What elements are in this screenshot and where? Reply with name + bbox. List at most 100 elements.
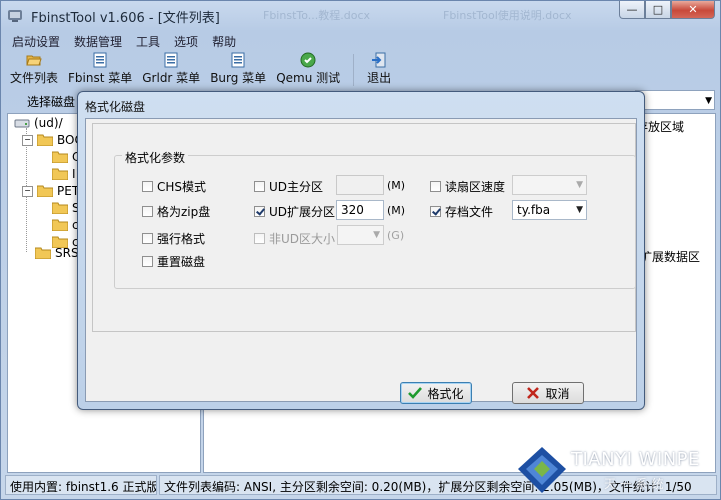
checkbox-box[interactable] (430, 181, 441, 192)
checkbox-box[interactable] (254, 206, 265, 217)
tree-item[interactable]: − BOO (22, 133, 84, 147)
ud-ext-size-input[interactable]: 320 (336, 200, 384, 220)
tree-item-root[interactable]: (ud)/ (14, 116, 63, 130)
exit-icon (372, 52, 386, 68)
chevron-down-icon: ▼ (576, 180, 583, 190)
checkbox-box[interactable] (142, 233, 153, 244)
tree-item[interactable]: S (52, 201, 80, 215)
non-ud-size-checkbox[interactable]: 非UD区大小 (254, 230, 335, 247)
reset-disk-checkbox[interactable]: 重置磁盘 (142, 253, 205, 270)
tree-item-label: SRS (55, 246, 79, 260)
tree-item[interactable]: I (52, 167, 76, 181)
ud-ext-unit: (M) (387, 204, 406, 217)
qemu-test-button[interactable]: Qemu 测试 (271, 52, 345, 88)
archive-file-select[interactable]: ty.fba ▼ (512, 200, 587, 220)
archive-file-checkbox[interactable]: 存档文件 (430, 203, 493, 220)
checkbox-box[interactable] (142, 256, 153, 267)
app-icon (8, 10, 22, 22)
menu-help[interactable]: 帮助 (205, 31, 243, 49)
menu-doc-icon (231, 52, 245, 68)
window-controls: — □ ✕ (619, 1, 715, 19)
dialog-body: 格式化参数 CHS模式 格为zip盘 强行格式 重置磁盘 UD主分区 (M) U… (85, 118, 637, 404)
disk-select[interactable]: ▼ (635, 90, 715, 110)
non-ud-size-select[interactable]: ▼ (337, 225, 384, 245)
maximize-icon: □ (652, 3, 664, 16)
folder-icon (37, 185, 53, 197)
non-ud-unit: (G) (387, 229, 405, 242)
group-title: 格式化参数 (122, 149, 189, 166)
checkbox-label: 存档文件 (445, 205, 494, 219)
read-speed-checkbox[interactable]: 读扇区速度 (430, 178, 505, 195)
chevron-down-icon: ▼ (373, 230, 380, 240)
checkbox-box[interactable] (142, 206, 153, 217)
read-speed-select[interactable]: ▼ (512, 175, 587, 195)
checkbox-label: CHS模式 (157, 180, 207, 194)
select-disk-label: 选择磁盘 (27, 95, 76, 109)
burg-menu-button[interactable]: Burg 菜单 (205, 52, 271, 88)
zip-disk-checkbox[interactable]: 格为zip盘 (142, 203, 210, 220)
window-title: FbinstTool v1.606 - [文件列表] (31, 11, 220, 26)
checkbox-box[interactable] (254, 181, 265, 192)
minimize-button[interactable]: — (619, 1, 645, 19)
toolbar-label: 文件列表 (10, 71, 59, 85)
menu-doc-icon (164, 52, 178, 68)
tree-item-label: (ud)/ (34, 116, 63, 130)
close-button[interactable]: ✕ (671, 1, 715, 19)
force-format-checkbox[interactable]: 强行格式 (142, 230, 205, 247)
drive-icon (14, 119, 30, 128)
dialog-title: 格式化磁盘 (85, 100, 146, 114)
toolbar: 文件列表 Fbinst 菜单 Grldr 菜单 Burg 菜单 Qemu 测试 … (5, 52, 396, 88)
folder-icon (52, 202, 68, 214)
chevron-down-icon: ▼ (576, 205, 583, 215)
format-disk-dialog: 格式化磁盘 格式化参数 CHS模式 格为zip盘 强行格式 重置磁盘 UD主分区… (77, 91, 645, 410)
title-bar[interactable]: FbinstTool v1.606 - [文件列表] FbinstTo...教程… (1, 1, 720, 29)
checkbox-label: 重置磁盘 (157, 255, 206, 269)
ud-ext-checkbox[interactable]: UD扩展分区 (254, 203, 335, 220)
tree-item[interactable]: c (52, 218, 79, 232)
file-list-button[interactable]: 文件列表 (5, 52, 63, 88)
collapse-icon[interactable]: − (22, 134, 33, 146)
tianyi-logo-icon (518, 447, 566, 493)
toolbar-label: Burg 菜单 (210, 71, 267, 85)
tree-item[interactable]: SRS (35, 246, 79, 260)
ud-primary-checkbox[interactable]: UD主分区 (254, 178, 323, 195)
cell-ext-data-area: 扩展数据区 (640, 250, 701, 264)
close-icon: ✕ (688, 3, 698, 16)
archive-file-value: ty.fba (517, 203, 551, 217)
menu-boot-settings[interactable]: 启动设置 (5, 31, 67, 49)
checkbox-box[interactable] (254, 233, 265, 244)
menu-tools[interactable]: 工具 (129, 31, 167, 49)
menu-data-manage[interactable]: 数据管理 (67, 31, 129, 49)
folder-open-icon (26, 55, 42, 66)
menu-options[interactable]: 选项 (167, 31, 205, 49)
checkbox-label: UD主分区 (269, 180, 324, 194)
folder-icon (52, 151, 68, 163)
format-button[interactable]: 格式化 (400, 382, 472, 404)
folder-icon (37, 134, 53, 146)
collapse-icon[interactable]: − (22, 185, 33, 197)
menu-doc-icon (93, 52, 107, 68)
ghost-tab: FbinstTool使用说明.docx (443, 9, 572, 22)
toolbar-label: Grldr 菜单 (142, 71, 201, 85)
watermark-subtext: 天 一 系 统 (604, 477, 664, 491)
ud-primary-size-input[interactable] (336, 175, 384, 195)
exit-button[interactable]: 退出 (362, 52, 396, 88)
maximize-button[interactable]: □ (645, 1, 671, 19)
checkbox-label: 读扇区速度 (445, 180, 506, 194)
checkmark-icon (408, 387, 423, 399)
cancel-button[interactable]: 取消 (512, 382, 584, 404)
checkbox-label: 格为zip盘 (157, 205, 211, 219)
fbinst-menu-button[interactable]: Fbinst 菜单 (63, 52, 137, 88)
checkbox-box[interactable] (142, 181, 153, 192)
checkbox-label: 非UD区大小 (269, 232, 336, 246)
checkbox-box[interactable] (430, 206, 441, 217)
checkbox-label: UD扩展分区 (269, 205, 336, 219)
toolbar-label: Fbinst 菜单 (68, 71, 133, 85)
toolbar-label: 退出 (367, 71, 392, 85)
format-button-label: 格式化 (427, 386, 464, 401)
folder-icon (35, 247, 51, 259)
chs-mode-checkbox[interactable]: CHS模式 (142, 178, 206, 195)
toolbar-separator (353, 54, 355, 86)
status-engine: 使用内置: fbinst1.6 正式版 (5, 475, 157, 495)
grldr-menu-button[interactable]: Grldr 菜单 (137, 52, 205, 88)
